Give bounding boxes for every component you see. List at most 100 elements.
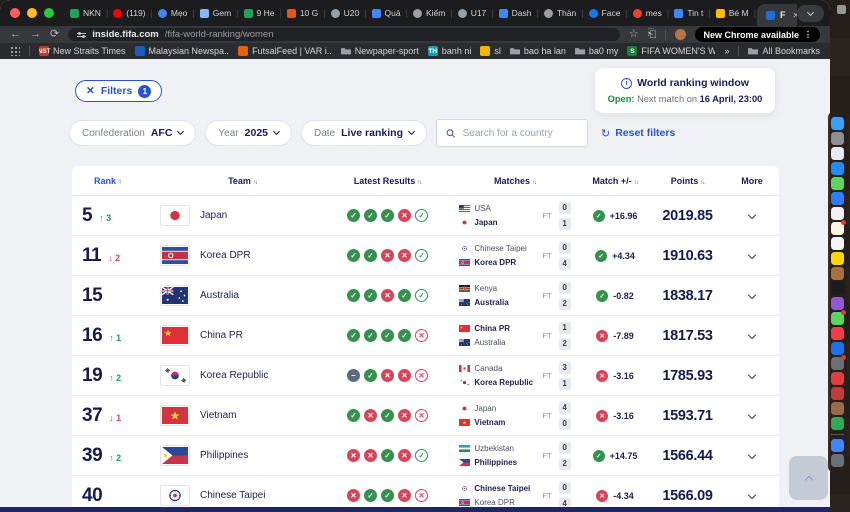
team-cell[interactable]: Korea DPR: [160, 245, 325, 266]
expand-row-button[interactable]: [725, 454, 779, 458]
team-cell[interactable]: Australia: [160, 285, 325, 306]
bookmark-item[interactable]: NSTNew Straits Times: [39, 46, 126, 56]
confederation-filter[interactable]: Confederation AFC: [69, 120, 196, 146]
team-cell[interactable]: China PR: [160, 325, 325, 346]
browser-tab[interactable]: Tin t: [670, 0, 707, 26]
bookmark-item[interactable]: FutsalFeed | VAR i..: [238, 46, 332, 56]
scroll-to-top-button[interactable]: [789, 456, 828, 500]
forward-button[interactable]: →: [30, 29, 41, 40]
launchpad-dock-icon[interactable]: [831, 132, 844, 145]
extension-icon[interactable]: [675, 29, 686, 40]
country-search[interactable]: [436, 119, 588, 147]
bookmark-favicon-icon: NST: [39, 46, 49, 56]
team-cell[interactable]: Chinese Taipei: [160, 485, 325, 506]
expand-row-button[interactable]: [725, 254, 779, 258]
tab-favicon-icon: [458, 9, 467, 18]
expand-row-button[interactable]: [725, 334, 779, 338]
browser-tab[interactable]: Quả: [368, 0, 405, 26]
site-settings-icon[interactable]: [77, 33, 86, 37]
header-points[interactable]: Points↑↓: [650, 176, 725, 186]
expand-row-button[interactable]: [725, 214, 779, 218]
facetime-dock-icon[interactable]: [831, 312, 844, 325]
trash-dock-icon[interactable]: [831, 454, 844, 467]
music-dock-icon[interactable]: [831, 327, 844, 340]
expand-row-button[interactable]: [725, 374, 779, 378]
calendar-dock-icon[interactable]: [831, 237, 844, 250]
docs-dock-icon[interactable]: [831, 439, 844, 452]
browser-tab[interactable]: NKN: [66, 0, 105, 26]
finder-dock-icon[interactable]: [831, 117, 844, 130]
opera-dock-icon[interactable]: [831, 372, 844, 385]
reload-button[interactable]: ⟳: [50, 29, 59, 40]
browser-tab[interactable]: Mẹo: [154, 0, 192, 26]
browser-tab[interactable]: U20: [327, 0, 364, 26]
header-match-delta[interactable]: Match +/-↑↓: [580, 176, 650, 186]
header-team[interactable]: Team↑↓: [160, 176, 325, 186]
team-cell[interactable]: Japan: [160, 205, 325, 226]
minimize-window-button[interactable]: [27, 8, 37, 18]
back-button[interactable]: ←: [10, 29, 21, 40]
share-icon[interactable]: ⎗: [648, 29, 657, 40]
browser-tab[interactable]: Face: [585, 0, 625, 26]
font-book-dock-icon[interactable]: [831, 402, 844, 415]
filters-button[interactable]: ✕ Filters 1: [75, 80, 162, 102]
bookmark-star-icon[interactable]: ☆: [629, 29, 639, 40]
messages-dock-icon[interactable]: [831, 177, 844, 190]
chrome-dock-icon[interactable]: [831, 147, 844, 160]
browser-tab[interactable]: mes: [629, 0, 666, 26]
browser-tab[interactable]: (119): [109, 0, 149, 26]
bookmarks-overflow-button[interactable]: »: [724, 46, 729, 56]
browser-tab[interactable]: 10 G: [283, 0, 322, 26]
loss-icon: ✕: [398, 209, 411, 222]
reminders-dock-icon[interactable]: [831, 252, 844, 265]
books-dock-icon[interactable]: [831, 267, 844, 280]
header-matches[interactable]: Matches↑↓: [450, 176, 580, 186]
zoom-window-button[interactable]: [44, 8, 54, 18]
expand-row-button[interactable]: [725, 414, 779, 418]
header-latest-results[interactable]: Latest Results↑↓: [325, 176, 450, 186]
team-cell[interactable]: Korea Republic: [160, 365, 325, 386]
year-filter[interactable]: Year 2025: [205, 120, 292, 146]
expand-row-button[interactable]: [725, 494, 779, 498]
browser-tab[interactable]: Bé M: [712, 0, 753, 26]
header-rank[interactable]: Rank↑: [72, 176, 160, 186]
medium-dock-icon[interactable]: [831, 387, 844, 400]
browser-tab[interactable]: U17: [454, 0, 491, 26]
apps-grid-icon[interactable]: [10, 46, 20, 56]
browser-tab[interactable]: Thàn: [540, 0, 580, 26]
bookmark-item[interactable]: sl: [480, 46, 501, 56]
browser-tab[interactable]: Gem: [196, 0, 235, 26]
app-store-dock-icon[interactable]: [831, 342, 844, 355]
tab-search-button[interactable]: [797, 5, 824, 22]
bookmark-item[interactable]: Malaysian Newspa..: [135, 46, 230, 56]
browser-tab[interactable]: Dash: [495, 0, 536, 26]
browser-tab[interactable]: 9 He: [240, 0, 279, 26]
address-bar[interactable]: inside.fifa.com /fifa-world-ranking/wome…: [68, 28, 620, 41]
itunes-dock-icon[interactable]: [831, 297, 844, 310]
bookmark-item[interactable]: THbanh ni: [428, 46, 472, 56]
team-cell[interactable]: Philippines: [160, 445, 325, 466]
expand-row-button[interactable]: [725, 294, 779, 298]
bookmark-item[interactable]: Newpaper-sport: [341, 46, 419, 56]
mail-dock-icon[interactable]: [831, 192, 844, 205]
date-filter[interactable]: Date Live ranking: [301, 120, 427, 146]
apple-tv-dock-icon[interactable]: [831, 282, 844, 295]
team-cell[interactable]: Vietnam: [160, 405, 325, 426]
settings-dock-icon[interactable]: [831, 357, 844, 370]
bookmark-item[interactable]: bao ha lan: [510, 46, 566, 56]
close-window-button[interactable]: [10, 8, 20, 18]
reset-filters-button[interactable]: ↻ Reset filters: [601, 127, 675, 140]
team-flag: [160, 485, 190, 506]
sheets-dock-icon[interactable]: [831, 417, 844, 430]
notes-dock-icon[interactable]: [831, 222, 844, 235]
bookmark-item[interactable]: ba0 my: [575, 46, 619, 56]
active-tab[interactable]: F✕: [757, 4, 797, 26]
new-chrome-available-button[interactable]: New Chrome available ⋮: [695, 27, 820, 42]
search-input[interactable]: [463, 128, 578, 139]
photos-dock-icon[interactable]: [831, 207, 844, 220]
all-bookmarks-button[interactable]: All Bookmarks: [748, 46, 820, 56]
filters-count-badge: 1: [138, 85, 151, 98]
browser-tab[interactable]: Kiếm: [409, 0, 449, 26]
bookmark-item[interactable]: SFIFA WOMEN'S W...: [627, 46, 715, 56]
safari-dock-icon[interactable]: [831, 162, 844, 175]
